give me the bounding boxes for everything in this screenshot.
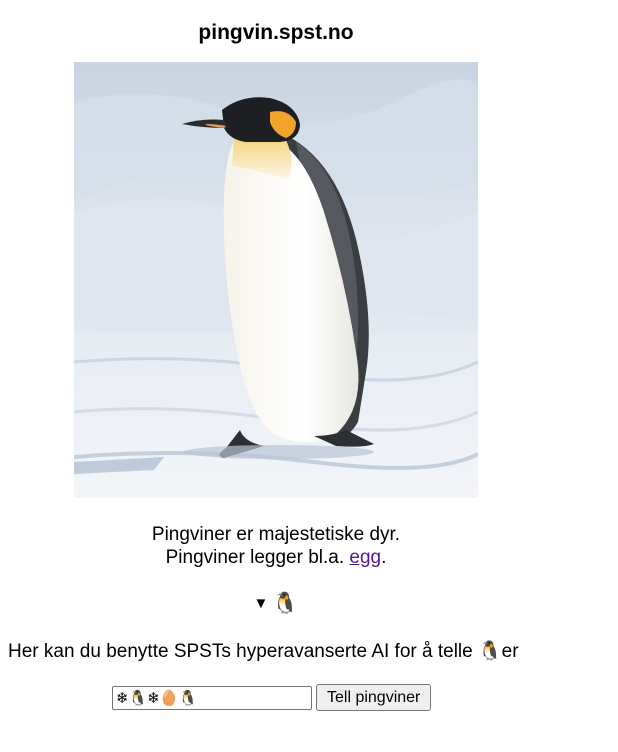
penguin-emoji[interactable]: 🐧 [272, 592, 298, 615]
counter-form: Tell pingviner [112, 684, 432, 711]
description-line-2: Pingviner legger bl.a. egg. [0, 546, 552, 569]
egg-link[interactable]: egg [349, 547, 381, 568]
disclosure-triangle-icon[interactable]: ▼ [253, 595, 268, 612]
penguin-photo [74, 62, 478, 498]
details-summary[interactable]: ▼ 🐧 [0, 591, 552, 617]
description-line-2-suffix: . [381, 547, 387, 568]
penguin-input[interactable] [112, 685, 312, 710]
counter-intro: Her kan du benytte SPSTs hyperavanserte … [8, 640, 519, 664]
description-line-2-text: Pingviner legger bl.a. [165, 547, 350, 568]
counter-intro-text: Her kan du benytte SPSTs hyperavanserte … [8, 641, 478, 662]
description-line-1: Pingviner er majestetiske dyr. [151, 524, 401, 545]
counter-intro-suffix: er [501, 641, 519, 662]
description: Pingviner er majestetiske dyr. Pingviner… [0, 523, 552, 569]
count-penguins-button[interactable]: Tell pingviner [316, 684, 432, 711]
page-title: pingvin.spst.no [198, 21, 354, 44]
penguin-emoji-inline: 🐧 [477, 641, 502, 662]
